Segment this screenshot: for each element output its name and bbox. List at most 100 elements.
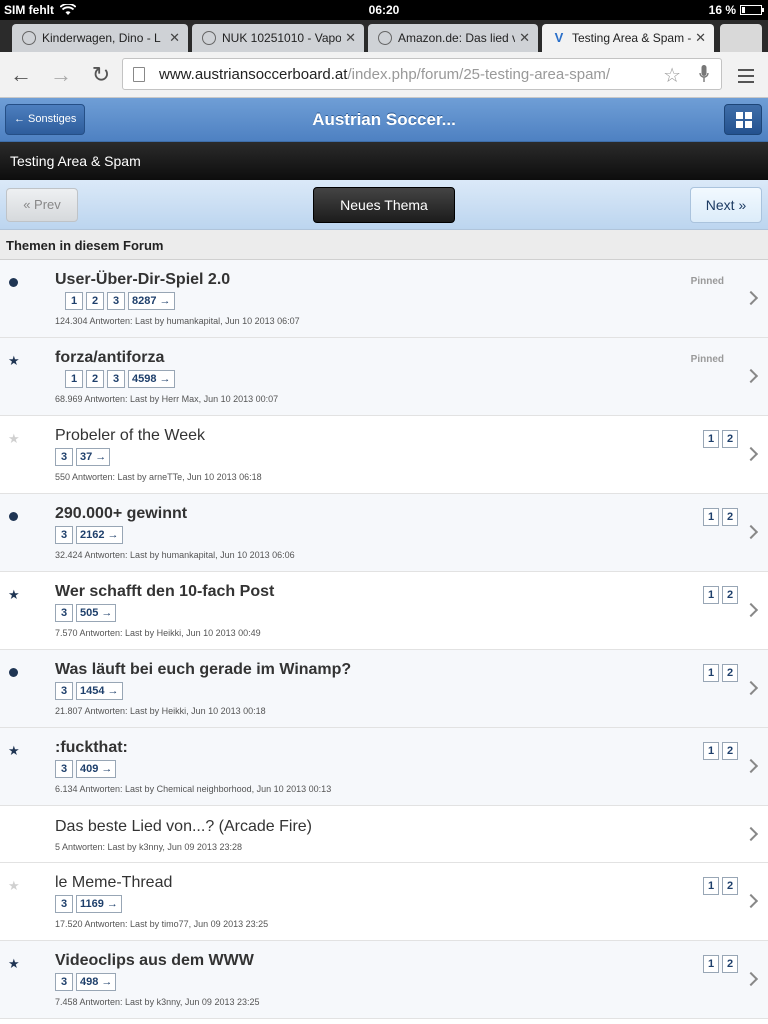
page-link[interactable]: 8287 → [128,292,175,310]
page-link[interactable]: 2 [722,664,738,682]
thread-row[interactable]: Das beste Lied von...? (Arcade Fire) 5 An… [0,806,768,863]
thread-row[interactable]: 290.000+ gewinnt 3 2162 → 32.424 Antworten:… [0,494,768,572]
reload-icon[interactable]: ↻ [88,62,114,88]
page-link[interactable]: 1 [703,877,719,895]
site-title: Austrian Soccer... [312,110,456,129]
page-link[interactable]: 2162 → [76,526,123,544]
page-link[interactable]: 1 [65,370,83,388]
page-link[interactable]: 3 [107,292,125,310]
page-link[interactable]: 2 [86,370,104,388]
thread-title[interactable]: Wer schafft den 10-fach Post [55,583,274,601]
chevron-right-icon[interactable] [743,290,759,306]
microphone-icon[interactable] [699,65,709,83]
chevron-right-icon[interactable] [743,602,759,618]
thread-title[interactable]: Das beste Lied von...? (Arcade Fire) [55,818,312,836]
new-tab-button[interactable] [720,24,762,52]
page-link[interactable]: 2 [722,877,738,895]
page-link[interactable]: 1 [703,664,719,682]
close-icon[interactable]: ✕ [695,30,706,46]
chevron-right-icon[interactable] [743,758,759,774]
page-link[interactable]: 1 [703,742,719,760]
thread-meta: 6.134 Antworten: Last by Chemical neighb… [55,784,332,794]
next-page-button[interactable]: Next » [690,187,762,223]
thread-meta: 5 Antworten: Last by k3nny, Jun 09 2013 … [55,842,242,852]
chevron-right-icon[interactable] [743,368,759,384]
thread-page-links: 3 498 → [55,973,117,991]
page-link[interactable]: 3 [55,448,73,466]
browser-tab-3[interactable]: Amazon.de: Das lied v ✕ [368,24,538,52]
thread-title[interactable]: Probeler of the Week [55,427,205,445]
battery-label: 16 % [708,3,736,17]
page-link[interactable]: 3 [55,682,73,700]
browser-tab-1[interactable]: Kinderwagen, Dino - L ✕ [12,24,188,52]
page-link[interactable]: 1454 → [76,682,123,700]
page-link[interactable]: 37 → [76,448,111,466]
back-arrow-icon[interactable]: ← [8,62,34,88]
chevron-right-icon[interactable] [743,680,759,696]
thread-quick-pages: 12 [703,430,738,448]
page-link[interactable]: 2 [86,292,104,310]
page-link[interactable]: 3 [55,604,73,622]
thread-row[interactable]: ★ forza/antiforza 1 2 3 4598 → 68.969 Antworte… [0,338,768,416]
prev-page-button[interactable]: « Prev [6,188,78,222]
page-link[interactable]: 3 [107,370,125,388]
close-icon[interactable]: ✕ [345,30,356,46]
close-icon[interactable]: ✕ [519,30,530,46]
page-link[interactable]: 1 [703,508,719,526]
page-link[interactable]: 3 [55,526,73,544]
bookmark-star-icon[interactable]: ☆ [663,63,681,88]
page-link[interactable]: 3 [55,760,73,778]
chevron-right-icon[interactable] [743,446,759,462]
page-link[interactable]: 1 [65,292,83,310]
thread-title[interactable]: le Meme-Thread [55,874,172,892]
page-link[interactable]: 409 → [76,760,117,778]
thread-quick-pages: 12 [703,877,738,895]
thread-meta: 124.304 Antworten: Last by humankapital,… [55,316,300,326]
thread-row[interactable]: ★:fuckthat: 3 409 → 6.134 Antworten: Last b… [0,728,768,806]
thread-title[interactable]: forza/antiforza [55,349,164,367]
page-link[interactable]: 2 [722,508,738,526]
page-link[interactable]: 2 [722,742,738,760]
page-link[interactable]: 3 [55,973,73,991]
thread-title[interactable]: Was läuft bei euch gerade im Winamp? [55,661,351,679]
thread-page-links: 1 2 3 4598 → [65,370,175,388]
chevron-right-icon[interactable] [743,893,759,909]
browser-tab-2[interactable]: NUK 10251010 - Vapo ✕ [192,24,364,52]
chevron-right-icon[interactable] [743,971,759,987]
thread-quick-pages: 12 [703,508,738,526]
thread-row[interactable]: ★ Probeler of the Week 3 37 → 550 Antworten:… [0,416,768,494]
thread-row[interactable]: Was läuft bei euch gerade im Winamp? 3 145… [0,650,768,728]
section-heading: Themen in diesem Forum [0,230,768,260]
chevron-right-icon[interactable] [743,826,759,841]
thread-title[interactable]: 290.000+ gewinnt [55,505,187,523]
thread-row[interactable]: User-Über-Dir-Spiel 2.0 1 2 3 8287 → 124.304 … [0,260,768,338]
thread-title[interactable]: User-Über-Dir-Spiel 2.0 [55,271,230,289]
thread-title[interactable]: Videoclips aus dem WWW [55,952,254,970]
grid-menu-icon[interactable] [724,104,762,135]
new-thread-button[interactable]: Neues Thema [313,187,455,223]
page-link[interactable]: 1169 → [76,895,122,913]
page-link[interactable]: 1 [703,955,719,973]
thread-row[interactable]: ★ le Meme-Thread 3 1169 → 17.520 Antworten: … [0,863,768,941]
thread-meta: 68.969 Antworten: Last by Herr Max, Jun … [55,394,279,404]
page-link[interactable]: 2 [722,955,738,973]
forward-arrow-icon[interactable]: → [48,62,74,88]
unread-dot-icon [9,278,18,287]
page-link[interactable]: 505 → [76,604,117,622]
page-link[interactable]: 4598 → [128,370,175,388]
page-link[interactable]: 1 [703,430,719,448]
thread-row[interactable]: ★ Wer schafft den 10-fach Post 3 505 → 7.570… [0,572,768,650]
thread-row[interactable]: ★ Videoclips aus dem WWW 3 498 → 7.458 Antwo… [0,941,768,1019]
close-icon[interactable]: ✕ [169,30,180,46]
tab-label: Kinderwagen, Dino - L [42,31,161,45]
page-link[interactable]: 1 [703,586,719,604]
page-link[interactable]: 2 [722,430,738,448]
menu-icon[interactable] [738,69,754,87]
page-link[interactable]: 2 [722,586,738,604]
page-link[interactable]: 498 → [76,973,117,991]
thread-title[interactable]: :fuckthat: [55,739,128,757]
browser-tab-active[interactable]: V Testing Area & Spam - ✕ [542,24,714,52]
address-bar[interactable]: www.austriansoccerboard.at/index.php/for… [122,58,722,90]
chevron-right-icon[interactable] [743,524,759,540]
page-link[interactable]: 3 [55,895,73,913]
